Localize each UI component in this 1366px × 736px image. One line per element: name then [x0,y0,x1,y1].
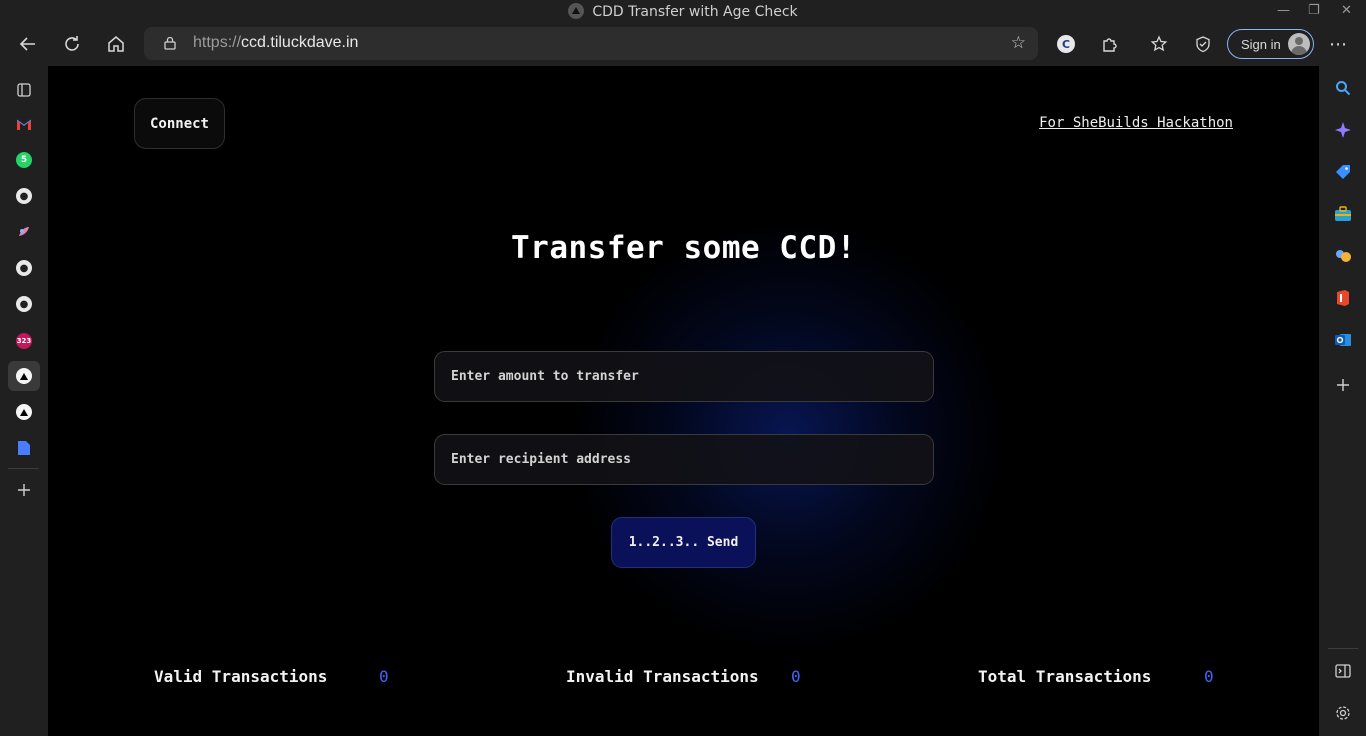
add-sidebar-app-icon[interactable] [1332,374,1354,396]
address-bar[interactable]: https://ccd.tiluckdave.in ☆ [144,27,1038,60]
office-icon[interactable] [1332,287,1354,309]
site-favicon-icon [568,3,585,19]
settings-gear-icon[interactable] [1332,702,1354,724]
search-icon[interactable] [1332,77,1354,99]
amount-field-container [434,351,934,402]
lock-icon [164,36,176,50]
window-title-container: CDD Transfer with Age Check [0,3,1366,20]
games-icon[interactable] [1332,245,1354,267]
right-sidebar [1320,64,1366,736]
connect-button[interactable]: Connect [134,98,225,149]
sign-in-button[interactable]: Sign in [1227,29,1314,59]
window-titlebar: CDD Transfer with Age Check — ❐ ✕ [0,0,1366,24]
close-icon[interactable]: ✕ [1341,3,1352,18]
minimize-icon[interactable]: — [1277,3,1290,18]
vercel-icon[interactable] [8,361,40,391]
extension-c-icon[interactable]: C [1052,30,1080,58]
app-badge: 323 [16,333,32,349]
github-icon[interactable]: ● [8,289,40,319]
add-site-icon[interactable] [8,475,40,505]
tab-actions-icon[interactable] [8,75,40,105]
app-icon[interactable] [8,217,40,247]
url-text: https://ccd.tiluckdave.in [193,34,359,51]
recipient-input[interactable] [435,435,933,484]
back-icon[interactable] [14,30,42,58]
amount-input[interactable] [435,352,933,401]
docs-icon[interactable] [8,433,40,463]
github-icon[interactable]: ● [8,181,40,211]
outlook-icon[interactable] [1332,329,1354,351]
avatar [1288,33,1310,55]
invalid-transactions-count: 0 [791,667,801,686]
favorites-icon[interactable] [1145,30,1173,58]
add-favorite-icon[interactable]: ☆ [1011,33,1026,53]
tools-icon[interactable] [1332,203,1354,225]
left-sidebar: 5 ● ● ● 323 [0,64,47,736]
more-menu-icon[interactable]: ⋯ [1324,30,1352,58]
copilot-icon[interactable] [1332,119,1354,141]
sidebar-divider [8,468,39,469]
gmail-icon[interactable] [8,109,40,139]
vercel-icon[interactable] [8,397,40,427]
window-title: CDD Transfer with Age Check [592,4,798,20]
valid-transactions-count: 0 [379,667,389,686]
valid-transactions-label: Valid Transactions [154,667,328,686]
total-transactions-label: Total Transactions [978,667,1152,686]
page-title: Transfer some CCD! [511,230,856,266]
invalid-transactions-label: Invalid Transactions [566,667,759,686]
page-viewport: Connect For SheBuilds Hackathon Transfer… [48,66,1319,736]
recipient-field-container [434,434,934,485]
total-transactions-count: 0 [1204,667,1214,686]
whatsapp-icon[interactable]: 5 [8,145,40,175]
shopping-icon[interactable] [1332,161,1354,183]
send-button[interactable]: 1..2..3.. Send [611,517,756,568]
refresh-icon[interactable] [58,30,86,58]
extensions-icon[interactable] [1096,30,1124,58]
browser-toolbar: https://ccd.tiluckdave.in ☆ C ⋯ [0,24,1366,64]
app-icon[interactable]: 323 [8,326,40,356]
home-icon[interactable] [102,30,130,58]
hackathon-link[interactable]: For SheBuilds Hackathon [1039,115,1233,131]
github-icon[interactable]: ● [8,253,40,283]
hide-sidebar-icon[interactable] [1332,660,1354,682]
whatsapp-badge: 5 [16,152,32,168]
restore-icon[interactable]: ❐ [1308,3,1320,18]
sidebar-divider [1328,648,1358,649]
browser-essentials-icon[interactable] [1189,30,1217,58]
